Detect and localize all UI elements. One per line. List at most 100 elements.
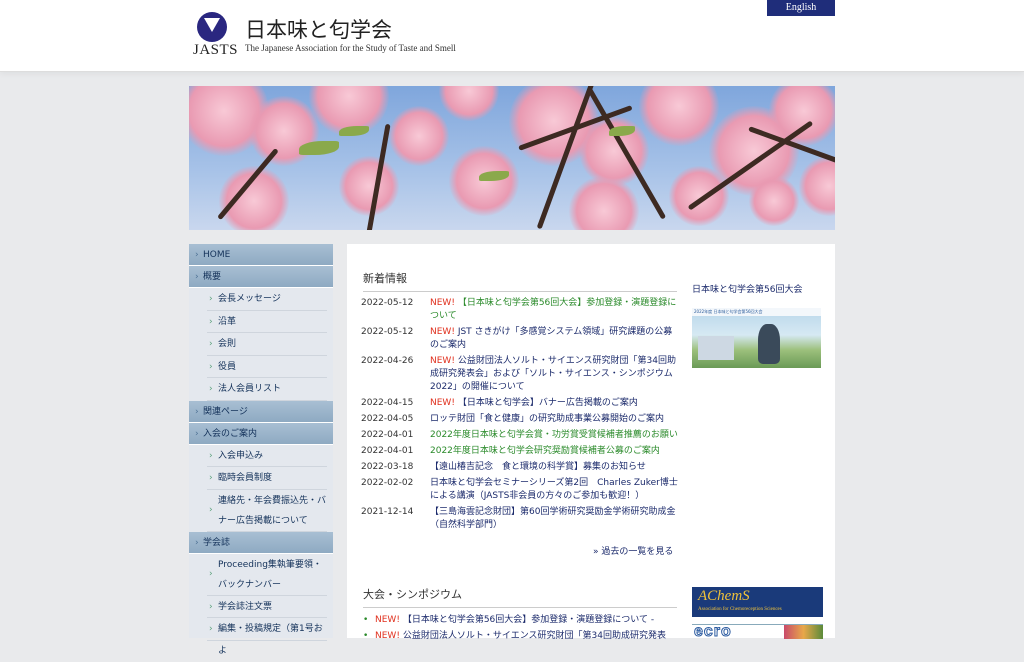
news-date: 2022-04-26 [361, 356, 414, 366]
ecro-banner[interactable]: ecro [692, 623, 823, 641]
blossom-shape [249, 96, 319, 166]
news-row: 2022-03-18 【遠山椿吉記念 食と環境の科学賞】募集のお知らせ [361, 461, 681, 474]
news-more-link[interactable]: » 過去の一覧を見る [593, 544, 673, 557]
new-badge: NEW! [430, 398, 455, 408]
blossom-shape [439, 86, 499, 121]
news-date: 2022-04-01 [361, 430, 414, 440]
blossom-shape [449, 146, 519, 216]
logo-icon[interactable] [197, 12, 227, 42]
news-text: 日本味と匂学会セミナーシリーズ第2回 Charles Zuker博士による講演（… [430, 478, 678, 501]
news-text: 2022年度日本味と匂学会賞・功労賞受賞候補者推薦のお願い [430, 430, 678, 440]
news-row: 2022-04-01 2022年度日本味と匂学会賞・功労賞受賞候補者推薦のお願い [361, 429, 681, 442]
news-link[interactable]: NEW! 【日本味と匂学会】バナー広告掲載のご案内 [430, 397, 681, 410]
news-row: 2022-05-12 NEW! JST さきがけ「多感覚システム領域」研究課題の公… [361, 326, 681, 352]
symposium-list: NEW! 【日本味と匂学会第56回大会】参加登録・演題登録について -NEW! … [363, 614, 683, 646]
news-text: 【遠山椿吉記念 食と環境の科学賞】募集のお知らせ [430, 462, 646, 472]
sidebar-item[interactable]: 臨時会員制度 [207, 467, 327, 490]
logo-abbr[interactable]: JASTS [193, 42, 238, 59]
news-row: 2022-04-05 ロッテ財団「食と健康」の研究助成事業公募開始のご案内 [361, 413, 681, 426]
news-link[interactable]: NEW! 【日本味と匂学会第56回大会】参加登録・演題登録について [430, 297, 681, 323]
new-badge: NEW! [430, 356, 455, 366]
news-date: 2021-12-14 [361, 507, 414, 517]
news-link[interactable]: NEW! 公益財団法人ソルト・サイエンス研究財団「第34回助成研究発表会」および… [430, 355, 681, 394]
news-date: 2022-03-18 [361, 462, 414, 472]
sidebar-nav: HOME概要会長メッセージ沿革会則役員法人会員リスト関連ページ入会のご案内入会申… [189, 244, 333, 656]
blossom-shape [749, 176, 799, 226]
news-date: 2022-04-05 [361, 414, 414, 424]
blossom-shape [639, 86, 719, 146]
news-text: 公益財団法人ソルト・サイエンス研究財団「第34回助成研究発表会」および「ソルト・… [430, 356, 676, 392]
blossom-shape [669, 166, 729, 226]
news-row: 2022-04-26 NEW! 公益財団法人ソルト・サイエンス研究財団「第34回助… [361, 355, 681, 394]
sidebar-item[interactable]: 学会誌注文票 [207, 596, 327, 618]
sidebar-item[interactable]: Proceeding集執筆要領・バックナンバー [207, 554, 327, 596]
news-row: 2022-05-12 NEW! 【日本味と匂学会第56回大会】参加登録・演題登録に… [361, 297, 681, 323]
leaf-shape [299, 141, 339, 155]
symposium-item[interactable]: NEW! 【日本味と匂学会第56回大会】参加登録・演題登録について - [363, 614, 683, 626]
news-row: 2022-04-01 2022年度日本味と匂学会研究奨励賞候補者公募のご案内 [361, 445, 681, 458]
news-row: 2022-02-02 日本味と匂学会セミナーシリーズ第2回 Charles Zuk… [361, 477, 681, 503]
news-text: 【日本味と匂学会第56回大会】参加登録・演題登録について [430, 298, 677, 321]
blossom-shape [569, 176, 639, 230]
sidebar-item[interactable]: 連絡先・年会費振込先・バナー広告掲載について [207, 490, 327, 532]
news-link[interactable]: 日本味と匂学会セミナーシリーズ第2回 Charles Zuker博士による講演（… [430, 477, 681, 503]
news-link[interactable]: 【遠山椿吉記念 食と環境の科学賞】募集のお知らせ [430, 461, 681, 474]
site-subtitle: The Japanese Association for the Study o… [245, 43, 456, 53]
symposium-text: 公益財団法人ソルト・サイエンス研究財団「第34回助成研究発表 [402, 631, 666, 641]
symposium-title: 大会・シンポジウム [363, 586, 677, 608]
new-badge: NEW! [375, 631, 400, 641]
news-row: 2022-04-15 NEW! 【日本味と匂学会】バナー広告掲載のご案内 [361, 397, 681, 410]
achems-title: AChemS [698, 588, 750, 604]
news-date: 2022-04-15 [361, 398, 414, 408]
blossom-shape [339, 156, 399, 216]
sidebar-item[interactable]: 関連ページ [189, 400, 333, 423]
news-text: 【三島海雲記念財団】第60回学術研究奨励金学術研究助成金（自然科学部門） [430, 507, 676, 530]
english-button[interactable]: English [767, 0, 835, 16]
main-content: 新着情報 2022-05-12 NEW! 【日本味と匂学会第56回大会】参加登録・… [347, 244, 835, 642]
news-date: 2022-02-02 [361, 478, 414, 488]
site-header: JASTS 日本味と匂学会 The Japanese Association f… [0, 0, 1024, 72]
ecro-logo: ecro [694, 623, 732, 641]
new-badge: NEW! [430, 298, 455, 308]
sidebar-item[interactable]: 入会のご案内 [189, 422, 333, 445]
convention-link[interactable]: 日本味と匂学会第56回大会 [692, 282, 802, 295]
news-row: 2021-12-14 【三島海雲記念財団】第60回学術研究奨励金学術研究助成金（自… [361, 506, 681, 532]
blossom-shape [389, 106, 449, 166]
blossom-shape [799, 156, 835, 216]
statue-shape [758, 324, 780, 364]
news-text: 2022年度日本味と匂学会研究奨励賞候補者公募のご案内 [430, 446, 660, 456]
building-shape [698, 336, 734, 360]
convention-thumbnail[interactable]: 2022年度 日本味と匂学会第56回大会 [692, 308, 821, 368]
news-link[interactable]: 2022年度日本味と匂学会賞・功労賞受賞候補者推薦のお願い [430, 429, 681, 442]
news-list: 2022-05-12 NEW! 【日本味と匂学会第56回大会】参加登録・演題登録に… [361, 297, 681, 535]
sidebar-item[interactable]: 概要 [189, 266, 333, 288]
new-badge: NEW! [375, 615, 400, 625]
news-link[interactable]: ロッテ財団「食と健康」の研究助成事業公募開始のご案内 [430, 413, 681, 426]
sidebar-item[interactable]: 会則 [207, 333, 327, 356]
thumbnail-caption: 2022年度 日本味と匂学会第56回大会 [692, 308, 821, 316]
news-date: 2022-04-01 [361, 446, 414, 456]
symposium-text: 【日本味と匂学会第56回大会】参加登録・演題登録について - [402, 615, 655, 625]
news-link[interactable]: NEW! JST さきがけ「多感覚システム領域」研究課題の公募のご案内 [430, 326, 681, 352]
hero-image [189, 86, 835, 230]
achems-banner[interactable]: AChemS Association for Chemoreception Sc… [692, 587, 823, 617]
sidebar-item[interactable]: 沿革 [207, 311, 327, 333]
sidebar-item[interactable]: 会長メッセージ [207, 288, 327, 311]
news-date: 2022-05-12 [361, 298, 414, 308]
news-text: ロッテ財団「食と健康」の研究助成事業公募開始のご案内 [430, 414, 665, 424]
news-link[interactable]: 2022年度日本味と匂学会研究奨励賞候補者公募のご案内 [430, 445, 681, 458]
leaf-shape [339, 126, 369, 136]
news-date: 2022-05-12 [361, 327, 414, 337]
news-link[interactable]: 【三島海雲記念財団】第60回学術研究奨励金学術研究助成金（自然科学部門） [430, 506, 681, 532]
sidebar-item[interactable]: HOME [189, 244, 333, 266]
sidebar-item[interactable]: 編集・投稿規定（第1号およ [207, 618, 327, 656]
sidebar-item[interactable]: 役員 [207, 356, 327, 378]
sidebar-item[interactable]: 入会申込み [207, 445, 327, 467]
symposium-item[interactable]: NEW! 公益財団法人ソルト・サイエンス研究財団「第34回助成研究発表 [363, 630, 683, 642]
sidebar-item[interactable]: 法人会員リスト [207, 378, 327, 401]
achems-subtitle: Association for Chemoreception Sciences [698, 607, 782, 612]
sidebar-item[interactable]: 学会誌 [189, 531, 333, 554]
ecro-photo [784, 625, 823, 639]
site-title[interactable]: 日本味と匂学会 [245, 14, 392, 44]
news-text: JST さきがけ「多感覚システム領域」研究課題の公募のご案内 [430, 327, 673, 350]
